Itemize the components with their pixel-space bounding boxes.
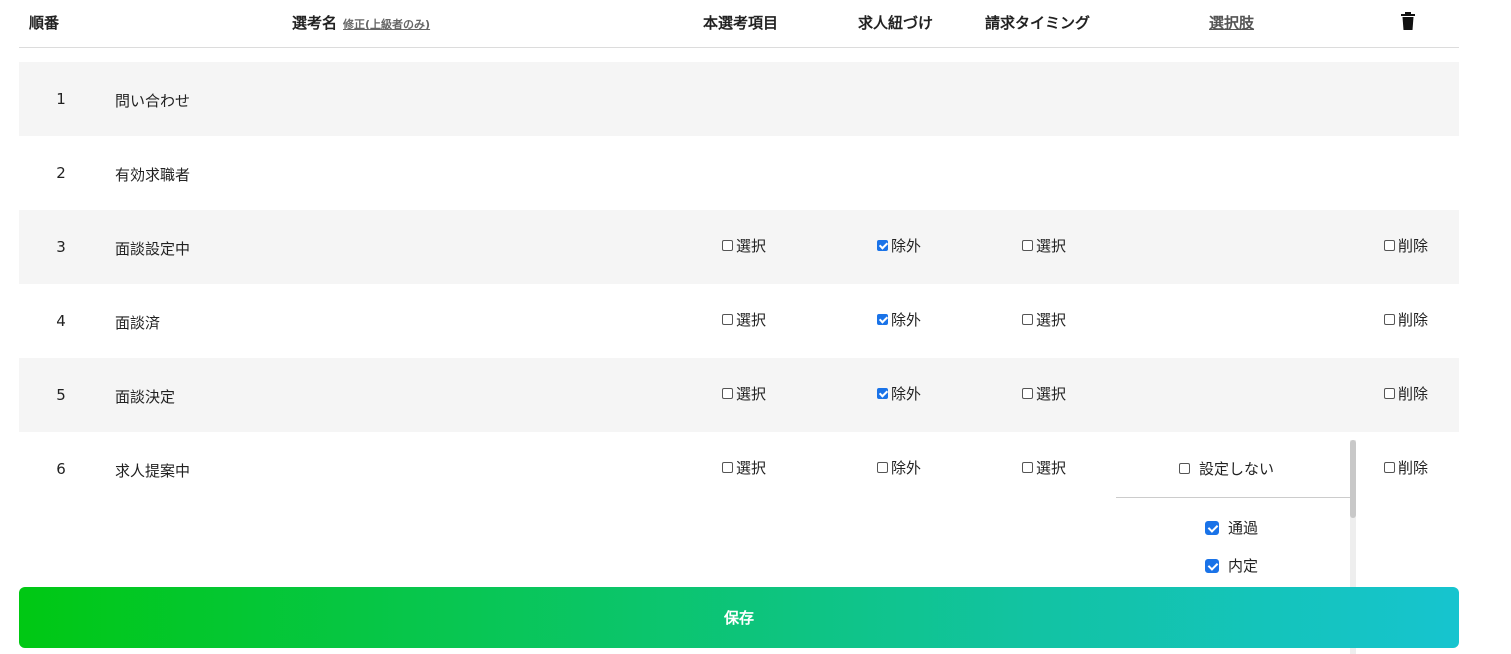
checkbox-label: 選択 — [736, 385, 767, 403]
checkbox-box[interactable] — [1205, 520, 1219, 535]
checkbox-box[interactable] — [722, 388, 733, 399]
exclude-checkbox[interactable]: 除外 — [877, 235, 921, 256]
delete-checkbox[interactable]: 削除 — [1384, 235, 1428, 256]
row-name: 問い合わせ — [115, 92, 191, 110]
checkbox-label: 除外 — [891, 459, 922, 477]
checkbox-label: 選択 — [1036, 459, 1067, 477]
main-item-checkbox[interactable]: 選択 — [722, 235, 766, 256]
checkbox-box[interactable] — [1022, 462, 1033, 473]
checkbox-label: 選択 — [1036, 311, 1067, 329]
exclude-checkbox[interactable]: 除外 — [877, 457, 921, 478]
table-row: 1 問い合わせ — [19, 62, 1459, 136]
checkbox-label: 削除 — [1398, 459, 1429, 477]
delete-checkbox[interactable]: 削除 — [1384, 457, 1428, 478]
checkbox-box[interactable] — [1384, 462, 1395, 473]
none-option-checkbox[interactable]: 設定しない — [1179, 458, 1274, 479]
main-item-checkbox[interactable]: 選択 — [722, 309, 766, 330]
header-name-label: 選考名 — [292, 14, 338, 32]
header-order: 順番 — [29, 14, 60, 32]
checkbox-label: 除外 — [891, 311, 922, 329]
checkbox-label: 設定しない — [1199, 460, 1275, 478]
dropdown-header: 設定しない — [1116, 454, 1350, 498]
trash-icon[interactable] — [1400, 11, 1416, 31]
row-name: 面談設定中 — [115, 240, 191, 258]
checkbox-box[interactable] — [1022, 388, 1033, 399]
scrollbar-thumb[interactable] — [1350, 440, 1356, 518]
checkbox-box[interactable] — [1022, 240, 1033, 251]
checkbox-box[interactable] — [877, 388, 888, 399]
billing-checkbox[interactable]: 選択 — [1022, 383, 1066, 404]
checkbox-label: 選択 — [1036, 385, 1067, 403]
checkbox-box[interactable] — [877, 314, 888, 325]
checkbox-label: 除外 — [891, 385, 922, 403]
checkbox-label: 選択 — [736, 237, 767, 255]
edit-link[interactable]: 修正(上級者のみ) — [343, 18, 430, 31]
header-billing: 請求タイミング — [985, 14, 1091, 32]
checkbox-box[interactable] — [877, 462, 888, 473]
checkbox-label: 選択 — [1036, 237, 1067, 255]
checkbox-box[interactable] — [1384, 240, 1395, 251]
checkbox-label: 削除 — [1398, 237, 1429, 255]
row-name: 面談済 — [115, 314, 161, 332]
dropdown-option[interactable]: 通過 — [1205, 517, 1258, 538]
checkbox-box[interactable] — [1384, 388, 1395, 399]
header-job-link: 求人紐づけ — [858, 14, 934, 32]
delete-checkbox[interactable]: 削除 — [1384, 383, 1428, 404]
table-row: 2 有効求職者 — [19, 136, 1459, 210]
checkbox-label: 削除 — [1398, 385, 1429, 403]
table-row: 4 面談済 選択 除外 選択 削除 — [19, 284, 1459, 358]
table-row: 3 面談設定中 選択 除外 選択 削除 — [19, 210, 1459, 284]
row-name: 求人提案中 — [115, 462, 191, 480]
header-main-item: 本選考項目 — [703, 14, 779, 32]
exclude-checkbox[interactable]: 除外 — [877, 383, 921, 404]
header-name: 選考名 修正(上級者のみ) — [292, 12, 430, 33]
checkbox-label: 選択 — [736, 459, 767, 477]
checkbox-box[interactable] — [722, 462, 733, 473]
checkbox-box[interactable] — [722, 240, 733, 251]
row-number: 1 — [56, 90, 66, 108]
billing-checkbox[interactable]: 選択 — [1022, 309, 1066, 330]
option-label: 通過 — [1228, 519, 1259, 537]
checkbox-label: 削除 — [1398, 311, 1429, 329]
save-button[interactable]: 保存 — [19, 587, 1459, 648]
row-number: 3 — [56, 238, 66, 256]
billing-checkbox[interactable]: 選択 — [1022, 457, 1066, 478]
checkbox-box[interactable] — [1205, 558, 1219, 573]
table-row: 5 面談決定 選択 除外 選択 削除 — [19, 358, 1459, 432]
delete-checkbox[interactable]: 削除 — [1384, 309, 1428, 330]
option-label: 内定 — [1228, 557, 1259, 575]
exclude-checkbox[interactable]: 除外 — [877, 309, 921, 330]
main-item-checkbox[interactable]: 選択 — [722, 457, 766, 478]
header-options-link[interactable]: 選択肢 — [1209, 12, 1254, 33]
row-number: 2 — [56, 164, 66, 182]
dropdown-option[interactable]: 内定 — [1205, 555, 1258, 576]
main-item-checkbox[interactable]: 選択 — [722, 383, 766, 404]
checkbox-label: 除外 — [891, 237, 922, 255]
row-number: 6 — [56, 460, 66, 478]
billing-checkbox[interactable]: 選択 — [1022, 235, 1066, 256]
checkbox-label: 選択 — [736, 311, 767, 329]
checkbox-box[interactable] — [1022, 314, 1033, 325]
row-name: 面談決定 — [115, 388, 176, 406]
row-name: 有効求職者 — [115, 166, 191, 184]
checkbox-box[interactable] — [722, 314, 733, 325]
table-header: 順番 選考名 修正(上級者のみ) 本選考項目 求人紐づけ 請求タイミング 選択肢 — [19, 0, 1459, 48]
checkbox-box[interactable] — [877, 240, 888, 251]
checkbox-box[interactable] — [1384, 314, 1395, 325]
checkbox-box[interactable] — [1179, 463, 1190, 474]
row-number: 4 — [56, 312, 66, 330]
row-number: 5 — [56, 386, 66, 404]
